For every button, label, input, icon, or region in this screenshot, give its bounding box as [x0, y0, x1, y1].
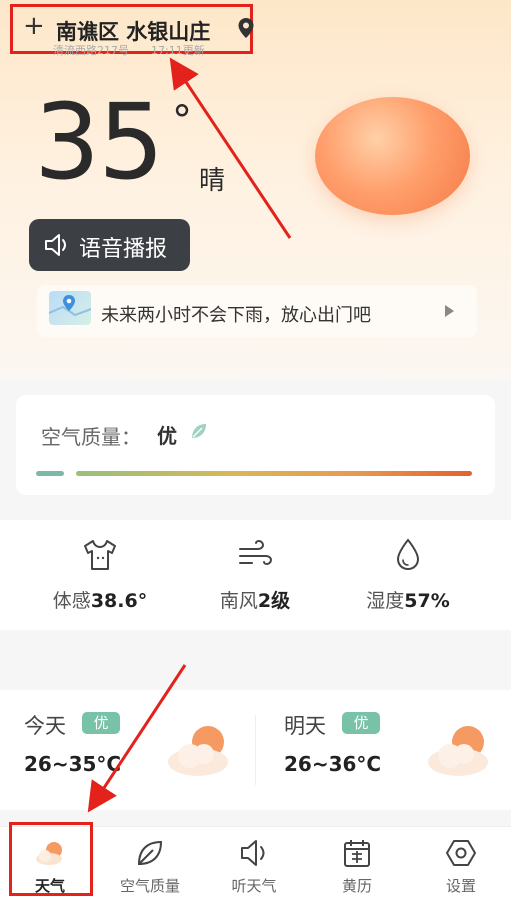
air-quality-label: 空气质量：: [41, 425, 141, 449]
chevron-right-icon: [445, 305, 454, 317]
settings-icon: [446, 840, 476, 866]
current-temperature: 35: [34, 81, 164, 203]
rain-forecast-text: 未来两小时不会下雨，放心出门吧: [101, 305, 371, 326]
sun-icon: [315, 97, 470, 215]
stat-value: 2级: [257, 590, 291, 612]
tab-settings[interactable]: 设置: [411, 827, 511, 897]
update-time: 17:11更新: [151, 44, 205, 57]
partly-cloudy-icon: [428, 726, 488, 776]
speaker-icon: [241, 840, 265, 866]
speaker-icon: [45, 234, 66, 256]
location-header[interactable]: + 南谯区 水银山庄 清流西路217号 17:11更新: [10, 4, 255, 57]
stat-value: 38.6°: [90, 590, 148, 612]
degree-symbol: °: [172, 98, 192, 144]
forecast-day: 明天: [284, 714, 326, 738]
tshirt-icon: [84, 540, 116, 570]
wind-icon: [239, 539, 273, 566]
forecast-day: 今天: [24, 714, 66, 738]
temperature-range: 26~36°C: [284, 752, 382, 776]
stat-wind: 南风2级: [170, 536, 340, 626]
air-quality-card[interactable]: 空气质量： 优: [16, 395, 495, 495]
add-city-button[interactable]: +: [23, 13, 45, 39]
partly-cloudy-icon: [168, 726, 228, 776]
water-drop-icon: [396, 538, 420, 571]
air-quality-badge: 优: [342, 712, 380, 734]
daily-forecast[interactable]: 今天 优 26~35°C 明天 优 26~36°C: [0, 690, 511, 810]
tab-air-quality[interactable]: 空气质量: [100, 827, 200, 897]
air-quality-badge: 优: [82, 712, 120, 734]
stat-label: 体感: [52, 590, 91, 612]
stat-value: 57%: [404, 590, 450, 612]
tab-label: 听天气: [231, 877, 277, 895]
stat-label: 南风: [219, 590, 258, 612]
rain-forecast-bar[interactable]: 未来两小时不会下雨，放心出门吧: [37, 285, 477, 337]
tab-almanac[interactable]: 黄历: [307, 827, 407, 897]
tab-highlight-box: [9, 822, 93, 896]
forecast-today[interactable]: 今天 优 26~35°C: [24, 710, 264, 800]
temperature-range: 26~35°C: [24, 752, 122, 776]
forecast-divider: [255, 715, 256, 785]
location-pin-icon[interactable]: [237, 17, 255, 39]
leaf-icon: [137, 840, 163, 866]
map-icon: [48, 291, 92, 325]
stat-feels-like: 体感38.6°: [15, 536, 185, 626]
tab-label: 空气质量: [119, 877, 180, 895]
tab-label: 设置: [445, 877, 476, 895]
voice-broadcast-label: 语音播报: [79, 237, 168, 262]
calendar-icon: [344, 840, 370, 867]
address-text: 清流西路217号: [53, 44, 129, 57]
leaf-icon: [192, 424, 206, 438]
tab-listen-weather[interactable]: 听天气: [204, 827, 304, 897]
tab-label: 黄历: [341, 877, 372, 895]
weather-condition: 晴: [199, 166, 226, 196]
voice-broadcast-button[interactable]: 语音播报: [29, 219, 190, 271]
weather-stats: 体感38.6° 南风2级 湿度57%: [0, 520, 511, 630]
stat-label: 湿度: [366, 590, 405, 612]
stat-humidity: 湿度57%: [323, 536, 493, 626]
forecast-tomorrow[interactable]: 明天 优 26~36°C: [284, 710, 511, 800]
air-quality-indicator: [36, 471, 64, 476]
air-quality-value: 优: [157, 424, 177, 448]
air-quality-scale: [76, 471, 472, 476]
